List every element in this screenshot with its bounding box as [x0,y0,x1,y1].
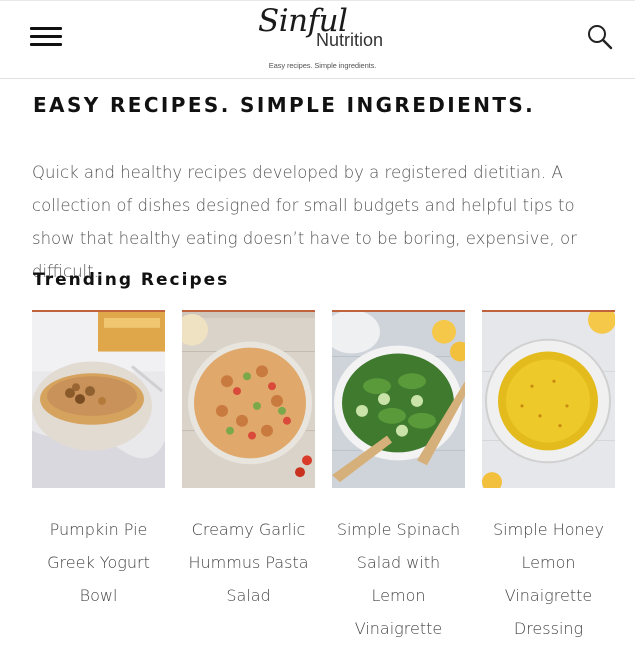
recipe-card[interactable]: Simple Spinach Salad with Lemon Vinaigre… [332,310,465,645]
recipe-card[interactable]: Simple Honey Lemon Vinaigrette Dressing [482,310,615,645]
intro-paragraph: Quick and healthy recipes developed by a… [32,163,577,281]
logo-sub-text: Nutrition [316,30,384,50]
site-logo[interactable]: Sinful Nutrition Easy recipes. Simple in… [250,3,395,73]
page-title: EASY RECIPES. SIMPLE INGREDIENTS. [33,93,536,117]
recipe-title[interactable]: Simple Spinach Salad with Lemon Vinaigre… [332,513,465,645]
recipe-title[interactable]: Simple Honey Lemon Vinaigrette Dressing [482,513,615,645]
trending-recipes-grid: Pumpkin Pie Greek Yogurt Bowl Creamy Gar… [32,310,617,661]
recipe-card[interactable]: Pumpkin Pie Greek Yogurt Bowl [32,310,165,612]
search-icon[interactable] [586,23,614,51]
recipe-title[interactable]: Pumpkin Pie Greek Yogurt Bowl [32,513,165,612]
trending-recipes-heading: Trending Recipes [33,270,230,290]
recipe-thumbnail[interactable] [32,310,165,488]
recipe-title[interactable]: Creamy Garlic Hummus Pasta Salad [182,513,315,612]
recipe-thumbnail[interactable] [182,310,315,488]
recipe-thumbnail[interactable] [332,310,465,488]
recipe-card[interactable]: Creamy Garlic Hummus Pasta Salad [182,310,315,612]
logo-tagline: Easy recipes. Simple ingredients. [268,61,377,70]
recipe-thumbnail[interactable] [482,310,615,488]
hamburger-menu-icon[interactable] [30,25,62,49]
site-header: Sinful Nutrition Easy recipes. Simple in… [0,0,635,79]
